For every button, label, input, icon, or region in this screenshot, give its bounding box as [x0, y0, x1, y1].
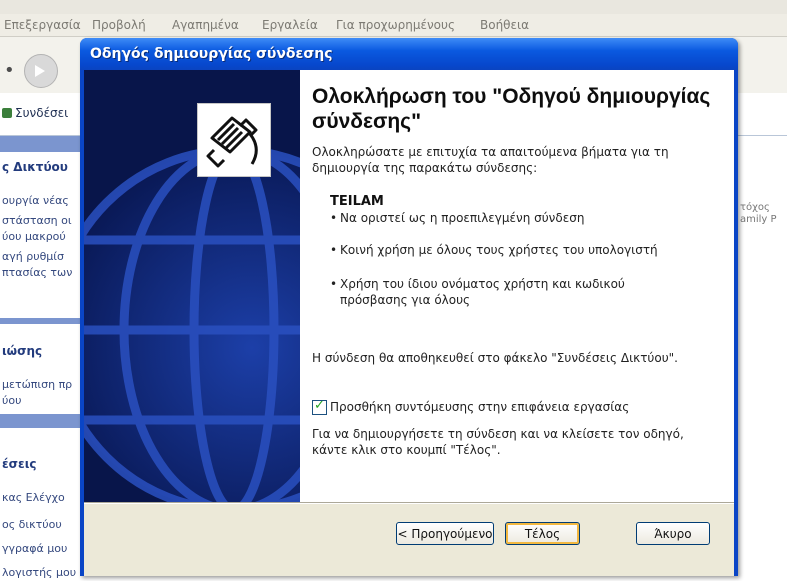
- setting-text-shared: Κοινή χρήση με όλους τους χρήστες του υπ…: [340, 243, 658, 257]
- network-folder-icon: [2, 108, 12, 118]
- setting-text-credentials: Χρήση του ίδιου ονόματος χρήστη και κωδι…: [340, 277, 625, 307]
- setting-bullet-default: • Να οριστεί ως η προεπιλεγμένη σύνδεση: [330, 210, 680, 226]
- desktop-shortcut-checkbox[interactable]: ✓: [312, 398, 327, 415]
- wizard-content-area: Ολοκλήρωση του "Οδηγού δημιουργίας σύνδε…: [300, 70, 734, 502]
- wizard-intro-text: Ολοκληρώσατε με επιτυχία τα απαιτούμενα …: [312, 145, 669, 175]
- back-arrow-icon[interactable]: •: [4, 60, 15, 81]
- saved-location-text: Η σύνδεση θα αποθηκευθεί στο φάκελο "Συν…: [312, 351, 678, 365]
- right-pane-text-2: amily P: [740, 214, 777, 225]
- bullet-dot-icon: •: [330, 211, 338, 225]
- finish-button[interactable]: Τέλος: [505, 522, 580, 545]
- button-separator: [84, 502, 734, 504]
- task-item-remote[interactable]: ύου μακρού: [2, 229, 66, 245]
- task-item-protection[interactable]: πτασίας των: [2, 265, 72, 281]
- task-item-create[interactable]: ουργία νέας: [2, 193, 69, 209]
- menu-item-favorites[interactable]: Αγαπημένα: [172, 18, 239, 32]
- back-button[interactable]: < Προηγούμενο: [396, 522, 494, 545]
- connections-folder-link[interactable]: Συνδέσει: [2, 106, 68, 120]
- desktop-shortcut-label[interactable]: Προσθήκη συντόμευσης στην επιφάνεια εργα…: [330, 400, 710, 414]
- bullet-dot-icon: •: [330, 243, 338, 257]
- right-pane-text-1: τόχος: [740, 202, 770, 213]
- forward-button-icon[interactable]: [24, 54, 58, 88]
- other-place-documents[interactable]: γγραφά μου: [2, 541, 67, 557]
- see-also-item-troubleshoot[interactable]: μετώπιση πρ: [2, 377, 72, 393]
- new-connection-wizard-dialog: Οδηγός δημιουργίας σύνδεσης Ολοκλήρωση τ…: [80, 38, 738, 576]
- dialog-client-area: Ολοκλήρωση του "Οδηγού δημιουργίας σύνδε…: [84, 70, 734, 576]
- task-item-settings[interactable]: αγή ρυθμίσ: [2, 249, 64, 265]
- menu-item-edit[interactable]: Επεξεργασία: [4, 18, 81, 32]
- dialog-title: Οδηγός δημιουργίας σύνδεσης: [90, 46, 333, 62]
- task-item-setup[interactable]: στάσταση οι: [2, 213, 72, 229]
- setting-text-default: Να οριστεί ως η προεπιλεγμένη σύνδεση: [340, 211, 585, 225]
- wizard-heading: Ολοκλήρωση του "Οδηγού δημιουργίας σύνδε…: [312, 85, 711, 133]
- checkmark-icon: ✓: [314, 398, 325, 413]
- finish-instruction-text: Για να δημιουργήσετε τη σύνδεση και να κ…: [312, 427, 684, 457]
- connections-label: Συνδέσει: [15, 106, 69, 120]
- menu-item-advanced[interactable]: Για προχωρημένους: [336, 18, 455, 32]
- connection-name: TEILAM: [330, 194, 384, 209]
- menu-item-tools[interactable]: Εργαλεία: [262, 18, 318, 32]
- network-cable-icon: [197, 103, 271, 177]
- other-place-computer[interactable]: λογιστής μου: [2, 565, 76, 581]
- other-place-network[interactable]: ος δικτύου: [2, 517, 62, 533]
- menu-item-view[interactable]: Προβολή: [92, 18, 146, 32]
- see-also-item-network[interactable]: ύου: [2, 393, 21, 409]
- other-place-control-panel[interactable]: κας Ελέγχο: [2, 490, 65, 506]
- setting-bullet-credentials: • Χρήση του ίδιου ονόματος χρήστη και κω…: [330, 276, 680, 308]
- dialog-titlebar[interactable]: Οδηγός δημιουργίας σύνδεσης: [80, 38, 738, 70]
- bullet-dot-icon: •: [330, 277, 338, 291]
- setting-bullet-shared: • Κοινή χρήση με όλους τους χρήστες του …: [330, 242, 680, 258]
- wizard-side-banner: [84, 70, 300, 502]
- window-top-strip: [0, 0, 787, 14]
- cancel-button[interactable]: Άκυρο: [636, 522, 710, 545]
- menu-item-help[interactable]: Βοήθεια: [480, 18, 529, 32]
